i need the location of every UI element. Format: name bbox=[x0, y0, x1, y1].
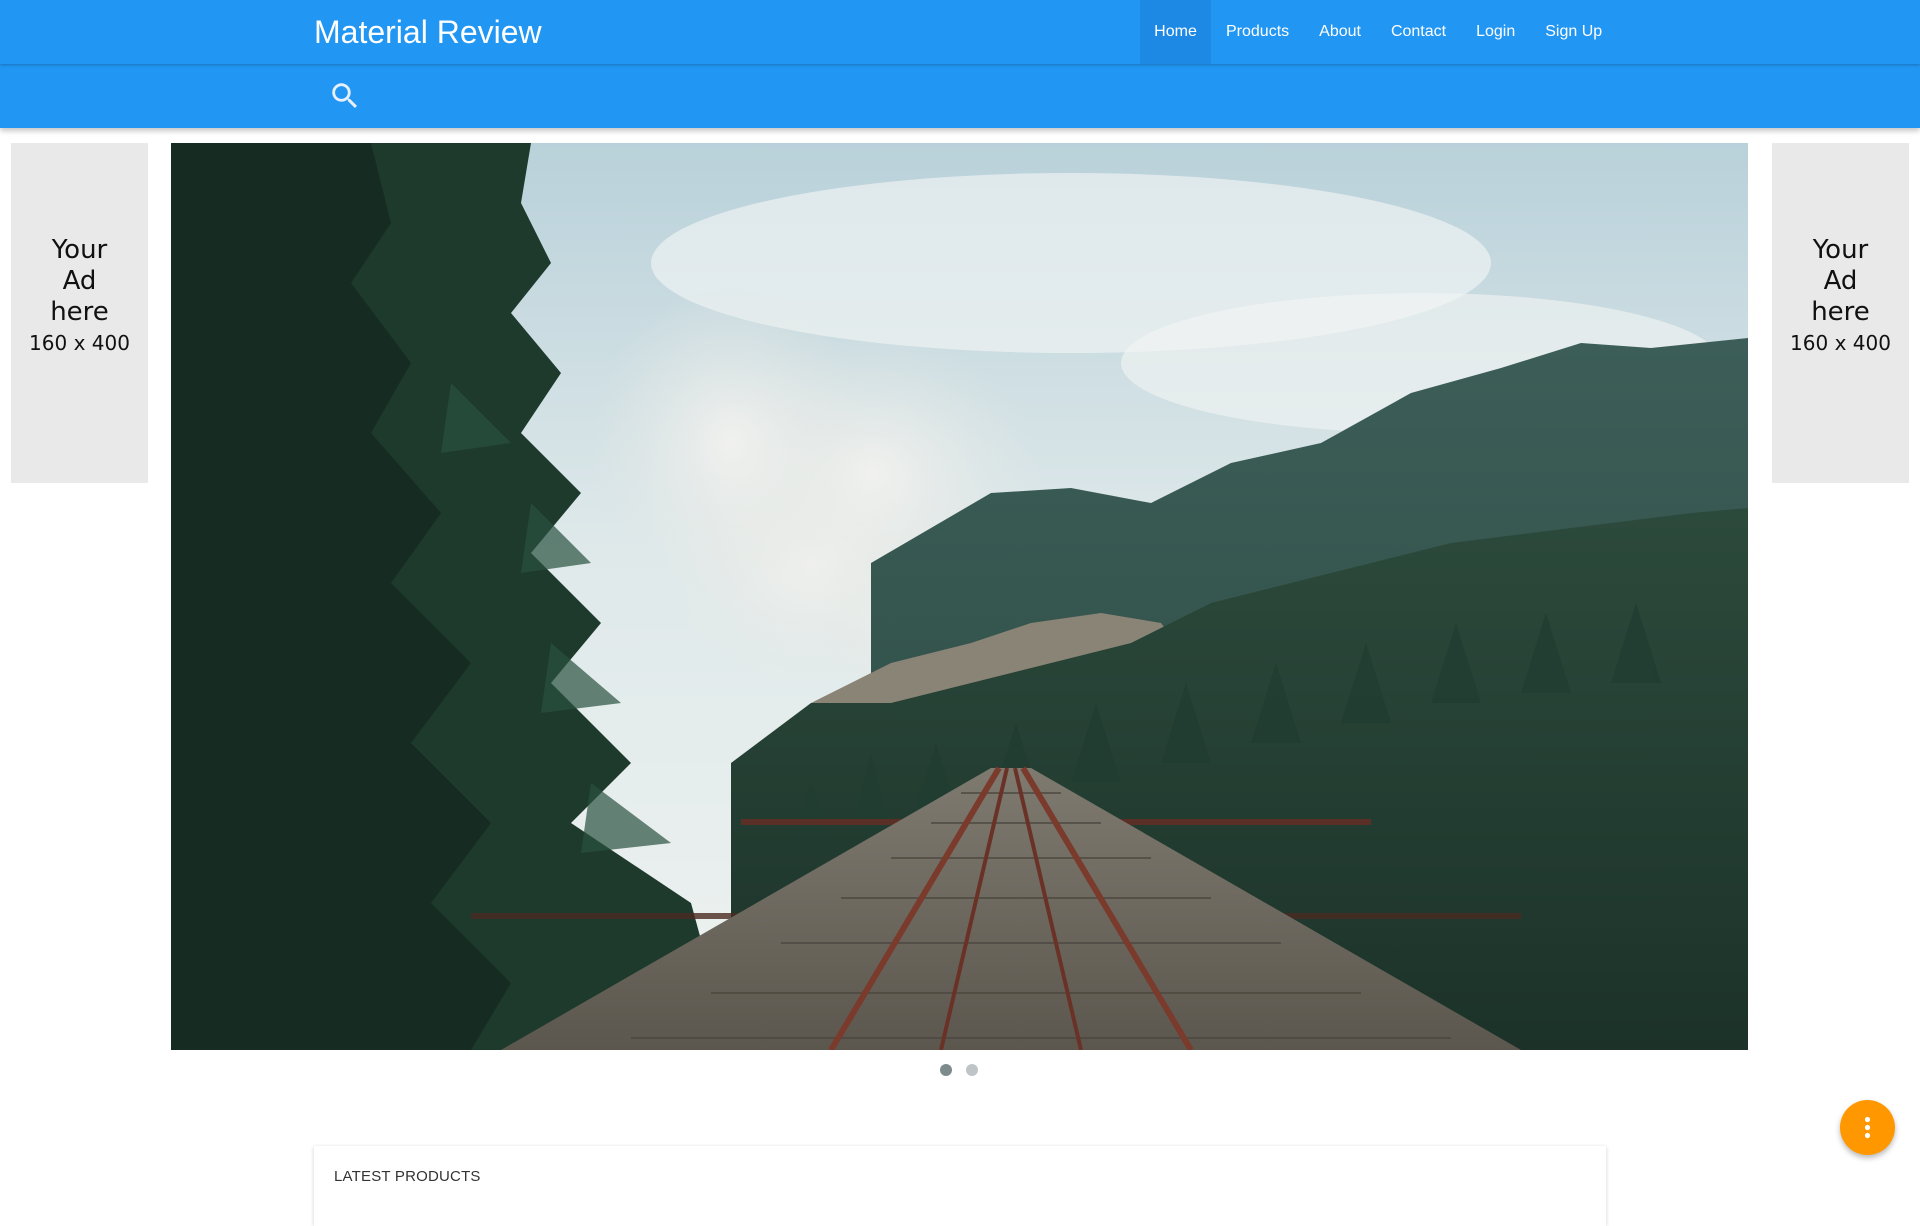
section-title: LATEST PRODUCTS bbox=[334, 1168, 481, 1185]
carousel-dot-2[interactable] bbox=[966, 1064, 978, 1076]
landscape-illustration bbox=[171, 143, 1748, 1050]
ad-banner-left[interactable]: Your Ad here 160 x 400 bbox=[11, 143, 148, 483]
carousel-slide-image[interactable] bbox=[171, 143, 1748, 1050]
search-bar bbox=[0, 64, 1920, 128]
top-app-bar: Material Review Home Products About Cont… bbox=[0, 0, 1920, 64]
ad-size-label: 160 x 400 bbox=[1790, 331, 1891, 355]
brand-title[interactable]: Material Review bbox=[314, 0, 542, 64]
nav-item-products[interactable]: Products bbox=[1211, 0, 1304, 64]
nav-item-contact[interactable]: Contact bbox=[1376, 0, 1461, 64]
search-icon bbox=[332, 83, 358, 109]
carousel-dot-1[interactable] bbox=[940, 1064, 952, 1076]
ad-banner-right[interactable]: Your Ad here 160 x 400 bbox=[1772, 143, 1909, 483]
fab-menu-button[interactable] bbox=[1840, 1100, 1895, 1155]
search-button[interactable] bbox=[328, 79, 362, 113]
nav-item-about[interactable]: About bbox=[1304, 0, 1376, 64]
ad-text: Your Ad here bbox=[1811, 235, 1870, 327]
latest-products-card: LATEST PRODUCTS bbox=[314, 1146, 1606, 1226]
more-vertical-icon bbox=[1864, 1116, 1871, 1139]
nav-item-login[interactable]: Login bbox=[1461, 0, 1530, 64]
main-nav: Home Products About Contact Login Sign U… bbox=[1140, 0, 1617, 64]
ad-size-label: 160 x 400 bbox=[29, 331, 130, 355]
nav-item-signup[interactable]: Sign Up bbox=[1530, 0, 1617, 64]
carousel-indicators bbox=[940, 1064, 978, 1076]
nav-item-home[interactable]: Home bbox=[1140, 0, 1211, 64]
ad-text: Your Ad here bbox=[50, 235, 109, 327]
